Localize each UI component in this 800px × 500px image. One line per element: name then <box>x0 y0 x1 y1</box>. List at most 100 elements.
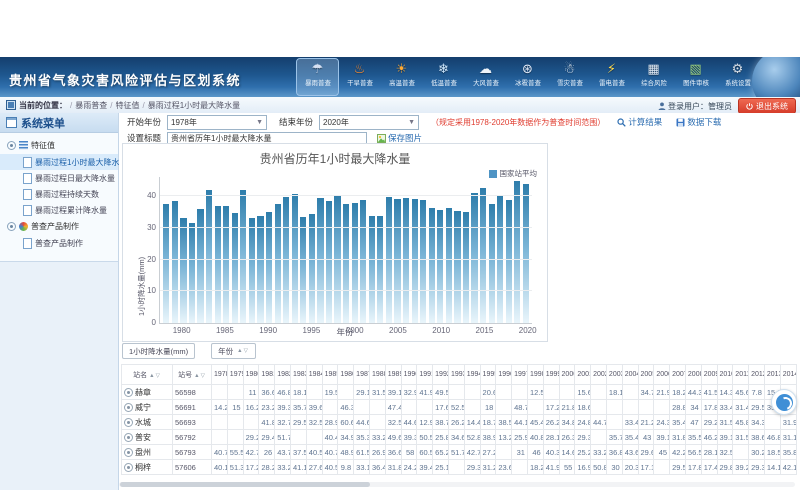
col-header-year-1992[interactable]: 1992 <box>433 365 449 385</box>
value-cell: 17.2 <box>543 400 559 415</box>
value-cell: 12.5 <box>527 385 543 400</box>
col-header-year-1991[interactable]: 1991 <box>417 365 433 385</box>
hail-icon: ⊛ <box>522 59 533 78</box>
toolbar-item-risk[interactable]: ▦ 综合风险 <box>633 59 674 95</box>
breadcrumb-item[interactable]: 暴雨过程1小时最大降水量 <box>148 101 240 110</box>
toolbar-item-label: 雷电普查 <box>599 78 625 87</box>
col-header-year-2013[interactable]: 2013 <box>764 365 780 385</box>
col-header-year-2008[interactable]: 2008 <box>685 365 701 385</box>
row-expand-icon[interactable] <box>124 418 133 427</box>
row-expand-icon[interactable] <box>124 403 133 412</box>
col-header-year-1985[interactable]: 1985 <box>322 365 338 385</box>
col-header-year-1981[interactable]: 1981 <box>259 365 275 385</box>
expand-toggle-icon[interactable] <box>7 141 16 150</box>
row-expand-icon[interactable] <box>124 463 133 472</box>
col-header-year-2006[interactable]: 2006 <box>654 365 670 385</box>
col-header-year-1980[interactable]: 1980 <box>243 365 259 385</box>
breadcrumb-item[interactable]: 特征值 <box>115 101 139 110</box>
expand-toggle-icon[interactable] <box>7 222 16 231</box>
value-cell <box>306 430 322 445</box>
value-cell <box>464 385 480 400</box>
sidebar-group-1[interactable]: 普查产品制作 <box>0 218 118 235</box>
year-sort-box[interactable]: 年份 ▲▽ <box>211 343 256 359</box>
col-header-year-2000[interactable]: 2000 <box>559 365 575 385</box>
col-header-year-2003[interactable]: 2003 <box>606 365 622 385</box>
col-header-year-2001[interactable]: 2001 <box>575 365 591 385</box>
toolbar-item-settings[interactable]: ⚙ 系统设置 <box>717 59 758 95</box>
scrollbar-thumb[interactable] <box>120 482 370 487</box>
sidebar-item[interactable]: 普查产品制作 <box>0 235 118 251</box>
value-cell: 21.8 <box>559 400 575 415</box>
row-expand-icon[interactable] <box>124 448 133 457</box>
toolbar-item-high-temp[interactable]: ☀ 高温普查 <box>381 59 422 95</box>
col-header-year-2002[interactable]: 2002 <box>591 365 607 385</box>
table-section: 1小时降水量(mm) 年份 ▲▽ 站名 ▲▽ 站号 ▲▽197819791980… <box>121 343 799 475</box>
document-icon <box>23 173 32 184</box>
value-cell: 52.5 <box>448 400 464 415</box>
toolbar-item-snow[interactable]: ☃ 雪灾普查 <box>549 59 590 95</box>
toolbar-item-hail[interactable]: ⊛ 冰雹普查 <box>507 59 548 95</box>
col-header-year-1978[interactable]: 1978 <box>212 365 228 385</box>
row-expand-icon[interactable] <box>124 388 133 397</box>
sidebar-item[interactable]: 暴雨过程1小时最大降水量 <box>0 154 118 170</box>
value-cell: 45.4 <box>527 415 543 430</box>
value-filter-box[interactable]: 1小时降水量(mm) <box>122 343 195 359</box>
col-header-year-2005[interactable]: 2005 <box>638 365 654 385</box>
col-header-year-1998[interactable]: 1998 <box>527 365 543 385</box>
col-header-year-1987[interactable]: 1987 <box>354 365 370 385</box>
value-cell: 34.6 <box>448 430 464 445</box>
row-expand-icon[interactable] <box>124 433 133 442</box>
col-header-year-2009[interactable]: 2009 <box>701 365 717 385</box>
col-header-year-1986[interactable]: 1986 <box>338 365 354 385</box>
bar-1991 <box>275 204 281 323</box>
col-header-year-1994[interactable]: 1994 <box>464 365 480 385</box>
col-header-year-2014[interactable]: 2014 <box>780 365 796 385</box>
col-header-year-1979[interactable]: 1979 <box>227 365 243 385</box>
value-cell: 35.4 <box>622 430 638 445</box>
value-cell: 47.4 <box>385 400 401 415</box>
col-header-year-2010[interactable]: 2010 <box>717 365 733 385</box>
sidebar-item[interactable]: 暴雨过程累计降水量 <box>0 202 118 218</box>
value-cell <box>654 400 670 415</box>
y-tick-label: 20 <box>147 255 156 264</box>
value-cell <box>212 430 228 445</box>
value-cell: 20.6 <box>480 385 496 400</box>
logout-button[interactable]: 退出系统 <box>738 98 796 114</box>
start-year-select[interactable]: 1978年▼ <box>167 115 267 130</box>
col-header-station[interactable]: 站名 ▲▽ <box>122 365 173 385</box>
menu-window-icon <box>6 117 17 128</box>
col-header-year-1995[interactable]: 1995 <box>480 365 496 385</box>
col-header-year-1984[interactable]: 1984 <box>306 365 322 385</box>
calculate-button[interactable]: 计算结果 <box>617 116 662 128</box>
col-header-year-1990[interactable]: 1990 <box>401 365 417 385</box>
col-header-year-2011[interactable]: 2011 <box>733 365 749 385</box>
col-header-year-1993[interactable]: 1993 <box>448 365 464 385</box>
feedback-widget[interactable] <box>771 389 797 415</box>
col-header-year-2004[interactable]: 2004 <box>622 365 638 385</box>
value-cell: 55 <box>559 460 575 475</box>
toolbar-item-rainstorm[interactable]: ☂ 暴雨普查 <box>297 59 338 95</box>
toolbar-item-map-audit[interactable]: ▧ 图件审核 <box>675 59 716 95</box>
sidebar-item[interactable]: 暴雨过程持续天数 <box>0 186 118 202</box>
value-cell: 35.4 <box>670 415 686 430</box>
table-row: 盘州 5679340.755.542.72643.737.540.540.748… <box>122 445 797 460</box>
toolbar-item-low-temp[interactable]: ❄ 低温普查 <box>423 59 464 95</box>
col-header-year-1983[interactable]: 1983 <box>290 365 306 385</box>
col-header-year-1989[interactable]: 1989 <box>385 365 401 385</box>
end-year-select[interactable]: 2020年▼ <box>319 115 419 130</box>
col-header-year-1988[interactable]: 1988 <box>369 365 385 385</box>
toolbar-item-gale[interactable]: ☁ 大风普查 <box>465 59 506 95</box>
col-header-station-id[interactable]: 站号 ▲▽ <box>173 365 212 385</box>
toolbar-item-drought[interactable]: ♨ 干旱普查 <box>339 59 380 95</box>
download-button[interactable]: 数据下载 <box>676 116 721 128</box>
col-header-year-1982[interactable]: 1982 <box>275 365 291 385</box>
col-header-year-1997[interactable]: 1997 <box>512 365 528 385</box>
col-header-year-1996[interactable]: 1996 <box>496 365 512 385</box>
sidebar-group-0[interactable]: 特征值 <box>0 137 118 154</box>
col-header-year-1999[interactable]: 1999 <box>543 365 559 385</box>
col-header-year-2012[interactable]: 2012 <box>749 365 765 385</box>
toolbar-item-lightning[interactable]: ⚡ 雷电普查 <box>591 59 632 95</box>
col-header-year-2007[interactable]: 2007 <box>670 365 686 385</box>
sidebar-item[interactable]: 暴雨过程日最大降水量 <box>0 170 118 186</box>
breadcrumb-item[interactable]: 暴雨普查 <box>75 101 107 110</box>
